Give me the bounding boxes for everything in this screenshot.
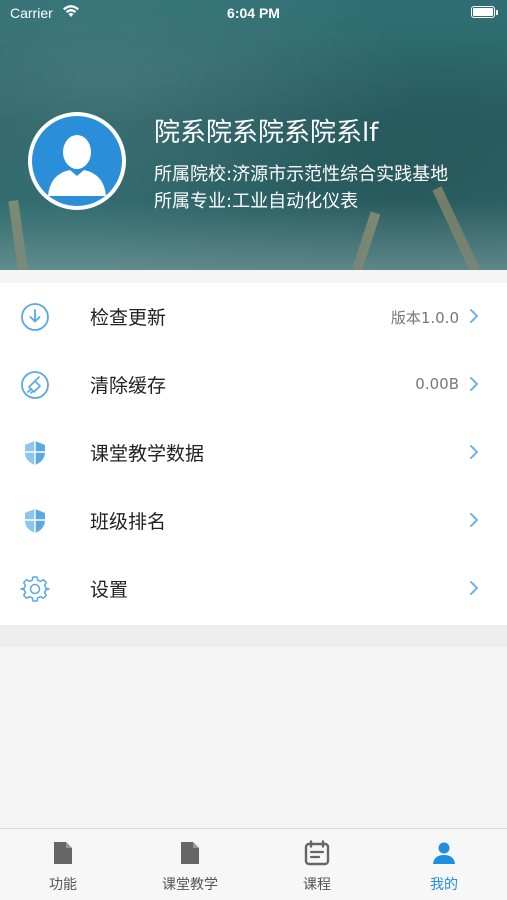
shield-icon (20, 438, 50, 468)
menu-item-check-update[interactable]: 检查更新 版本1.0.0 (0, 283, 507, 351)
menu-item-label: 班级排名 (90, 511, 167, 533)
tab-label: 课程 (303, 877, 331, 893)
tab-functions[interactable]: 功能 (0, 829, 126, 900)
avatar[interactable] (28, 112, 126, 210)
menu-item-class-ranking[interactable]: 班级排名 (0, 487, 507, 555)
menu-item-label: 课堂教学数据 (90, 443, 205, 465)
cache-size-value: 0.00B (415, 375, 459, 393)
battery-icon (471, 6, 498, 18)
menu-item-label: 检查更新 (90, 307, 167, 329)
menu-item-clear-cache[interactable]: 清除缓存 0.00B (0, 351, 507, 419)
status-bar: Carrier 6:04 PM (0, 0, 507, 28)
calendar-icon (304, 840, 330, 870)
tab-label: 课堂教学 (162, 877, 218, 893)
chevron-right-icon (469, 308, 479, 324)
document-icon (179, 840, 201, 870)
profile-name: 院系院系院系院系lf (154, 118, 379, 148)
person-icon (431, 840, 457, 870)
chevron-right-icon (469, 376, 479, 392)
person-silhouette-icon (48, 135, 106, 196)
chevron-right-icon (469, 444, 479, 460)
tab-label: 我的 (430, 877, 458, 893)
tab-mine[interactable]: 我的 (381, 829, 507, 900)
chevron-right-icon (469, 580, 479, 596)
menu-item-class-teaching-data[interactable]: 课堂教学数据 (0, 419, 507, 487)
tab-label: 功能 (49, 877, 77, 893)
document-icon (52, 840, 74, 870)
download-icon (20, 302, 50, 332)
profile-header: Carrier 6:04 PM 院系院系院系院系lf 所属院校:济源市示范性综合… (0, 0, 507, 270)
shield-icon (20, 506, 50, 536)
settings-menu: 检查更新 版本1.0.0 清除缓存 0.00B 课堂教学数据 班级排名 设置 (0, 283, 507, 625)
menu-item-settings[interactable]: 设置 (0, 555, 507, 623)
version-value: 版本1.0.0 (390, 309, 459, 327)
gear-icon (20, 574, 50, 604)
section-divider (0, 625, 507, 647)
clock: 6:04 PM (227, 5, 280, 21)
tab-class-teaching[interactable]: 课堂教学 (127, 829, 253, 900)
profile-major: 所属专业:工业自动化仪表 (154, 191, 359, 212)
tab-courses[interactable]: 课程 (254, 829, 380, 900)
chevron-right-icon (469, 512, 479, 528)
broom-icon (20, 370, 50, 400)
menu-item-label: 清除缓存 (90, 375, 167, 397)
profile-school: 所属院校:济源市示范性综合实践基地 (154, 164, 449, 185)
menu-item-label: 设置 (90, 579, 129, 601)
bottom-tab-bar: 功能 课堂教学 课程 我的 (0, 828, 507, 900)
